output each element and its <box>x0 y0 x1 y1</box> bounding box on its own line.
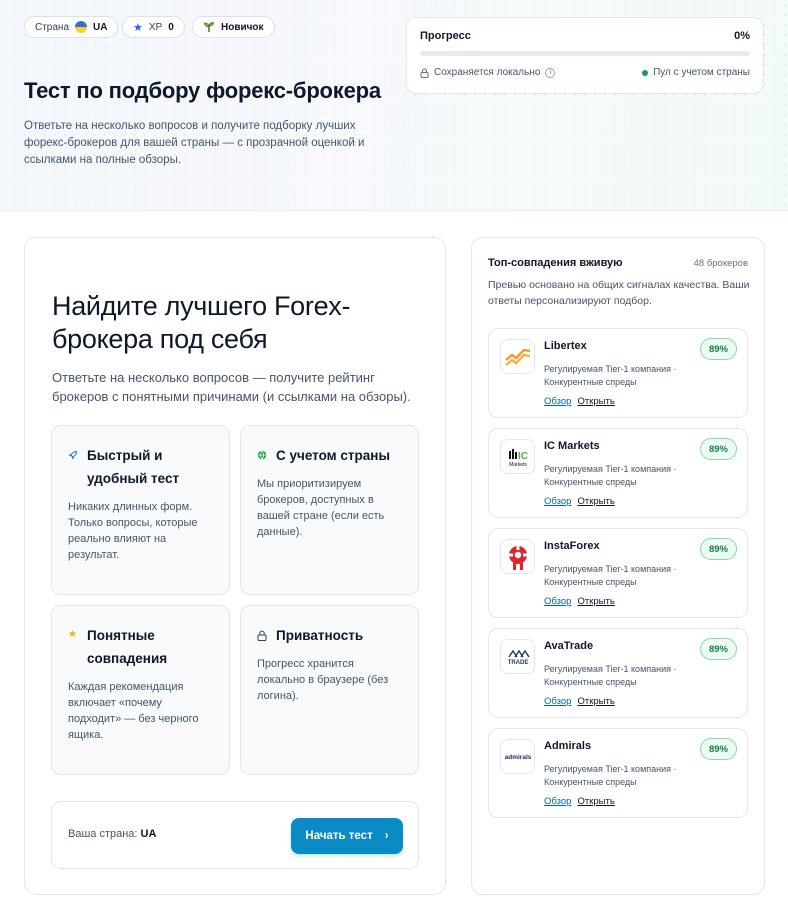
broker-name: Admirals <box>544 740 592 752</box>
broker-desc: Регулируемая Tier-1 компания · Конкурент… <box>544 364 677 387</box>
admirals-logo-text: admirals <box>504 754 531 761</box>
feature-text: Прогресс хранится локально в браузере (б… <box>257 658 389 702</box>
match-badge: 89% <box>700 638 737 660</box>
broker-count: 48 брокеров <box>693 258 748 269</box>
broker-logo <box>500 339 535 374</box>
broker-card-instaforex: InstaForex 89% Регулируемая Tier-1 компа… <box>488 528 748 618</box>
page-title: Тест по подбору форекс-брокера <box>24 78 381 103</box>
live-matches-title: Топ-совпадения вживую <box>488 257 623 269</box>
libertex-logo-icon <box>504 348 530 366</box>
feature-text: Каждая рекомендация включает «почему под… <box>68 681 199 741</box>
your-country: Ваша страна: UA <box>68 828 156 840</box>
feature-text: Мы приоритизируем брокеров, доступных в … <box>257 478 385 538</box>
broker-logo: IC Markets <box>500 439 535 474</box>
instaforex-logo-icon <box>506 543 529 570</box>
ukraine-flag-icon <box>75 21 88 33</box>
admirals-logo-icon: admirals <box>504 754 531 761</box>
xp-chip-value: 0 <box>168 21 174 33</box>
broker-name: Libertex <box>544 340 587 352</box>
status-dot <box>642 69 649 76</box>
broker-desc: Регулируемая Tier-1 компания · Конкурент… <box>544 564 677 587</box>
broker-logo: admirals <box>500 739 535 774</box>
broker-card-avatrade: TRADE AvaTrade 89% Регулируемая Tier-1 к… <box>488 628 748 718</box>
lock-icon <box>257 630 267 641</box>
progress-percent: 0% <box>734 30 750 42</box>
info-icon[interactable]: i <box>545 67 556 78</box>
feature-title: Приватность <box>276 628 364 643</box>
ic-markets-logo-icon: IC Markets <box>508 448 528 468</box>
live-matches-panel: Топ-совпадения вживую 48 брокеров Превью… <box>471 237 765 895</box>
review-link[interactable]: Обзор <box>544 696 571 707</box>
broker-desc: Регулируемая Tier-1 компания · Конкурент… <box>544 464 677 487</box>
feature-text: Никаких длинных форм. Только вопросы, ко… <box>68 501 198 561</box>
sprout-icon <box>204 22 214 32</box>
open-link[interactable]: Открыть <box>577 596 614 607</box>
broker-name: AvaTrade <box>544 640 594 652</box>
start-test-label: Начать тест <box>305 830 373 842</box>
rocket-icon <box>68 451 77 460</box>
feature-title: С учетом страны <box>276 448 390 463</box>
broker-card-ic-markets: IC Markets IC Markets 89% Регулируемая T… <box>488 428 748 518</box>
feature-card-country: С учетом страны Мы приоритизируем брокер… <box>240 425 419 595</box>
chevron-right-icon: › <box>384 830 389 842</box>
xp-chip[interactable]: ★ XP 0 <box>122 16 185 38</box>
level-chip[interactable]: Новичок <box>192 16 275 38</box>
country-chip-value: UA <box>93 21 108 33</box>
country-chip[interactable]: Страна UA <box>24 16 119 38</box>
country-chip-label: Страна <box>35 21 70 33</box>
broker-name: IC Markets <box>544 440 600 452</box>
country-pool-note: Пул с учетом страны <box>653 67 750 78</box>
progress-label: Прогресс <box>420 30 471 42</box>
progress-bar <box>420 51 750 56</box>
star-icon: ★ <box>68 629 77 640</box>
broker-card-admirals: admirals Admirals 89% Регулируемая Tier-… <box>488 728 748 818</box>
open-link[interactable]: Открыть <box>577 696 614 707</box>
start-test-button[interactable]: Начать тест › <box>291 818 403 854</box>
review-link[interactable]: Обзор <box>544 796 571 807</box>
progress-card: Прогресс 0% Сохраняется локально i Пул с… <box>406 17 764 94</box>
xp-chip-label: XP <box>148 21 163 33</box>
intro-subtitle: Ответьте на несколько вопросов — получит… <box>52 370 411 404</box>
feature-title: Понятные совпадения <box>87 628 168 666</box>
review-link[interactable]: Обзор <box>544 496 571 507</box>
intro-card: Найдите лучшего Forex-брокера под себя О… <box>24 237 446 895</box>
lock-icon <box>420 68 429 78</box>
feature-card-privacy: Приватность Прогресс хранится локально в… <box>240 605 419 775</box>
country-start-bar: Ваша страна: UA Начать тест › <box>51 801 419 869</box>
avatrade-logo-text: TRADE <box>507 660 528 666</box>
globe-icon <box>257 450 267 460</box>
feature-card-fast: Быстрый и удобный тест Никаких длинных ф… <box>51 425 230 595</box>
broker-desc: Регулируемая Tier-1 компания · Конкурент… <box>544 764 677 787</box>
match-badge: 89% <box>700 738 737 760</box>
open-link[interactable]: Открыть <box>577 796 614 807</box>
broker-logo <box>500 539 535 574</box>
page-lead: Ответьте на несколько вопросов и получит… <box>24 120 365 166</box>
feature-card-matches: ★ Понятные совпадения Каждая рекомендаци… <box>51 605 230 775</box>
open-link[interactable]: Открыть <box>577 396 614 407</box>
saved-locally-note: Сохраняется локально <box>434 67 541 78</box>
star-icon: ★ <box>133 21 143 34</box>
ic-markets-logo-text: Markets <box>509 462 527 468</box>
your-country-value: UA <box>140 828 157 840</box>
match-badge: 89% <box>700 338 737 360</box>
broker-desc: Регулируемая Tier-1 компания · Конкурент… <box>544 664 677 687</box>
avatrade-logo-icon: TRADE <box>507 649 530 666</box>
match-badge: 89% <box>700 438 737 460</box>
broker-name: InstaForex <box>544 540 600 552</box>
broker-card-libertex: Libertex 89% Регулируемая Tier-1 компани… <box>488 328 748 418</box>
review-link[interactable]: Обзор <box>544 596 571 607</box>
open-link[interactable]: Открыть <box>577 496 614 507</box>
match-badge: 89% <box>700 538 737 560</box>
your-country-label: Ваша страна: <box>68 828 138 840</box>
svg-text:IC: IC <box>518 451 528 462</box>
feature-title: Быстрый и удобный тест <box>87 448 180 486</box>
live-matches-note: Превью основано на общих сигналах качест… <box>488 279 750 307</box>
broker-logo: TRADE <box>500 639 535 674</box>
level-chip-label: Новичок <box>221 21 264 33</box>
review-link[interactable]: Обзор <box>544 396 571 407</box>
hero-section: Страна UA ★ XP 0 Новичок Тест по подбору… <box>0 0 788 211</box>
intro-title: Найдите лучшего Forex-брокера под себя <box>52 291 351 354</box>
